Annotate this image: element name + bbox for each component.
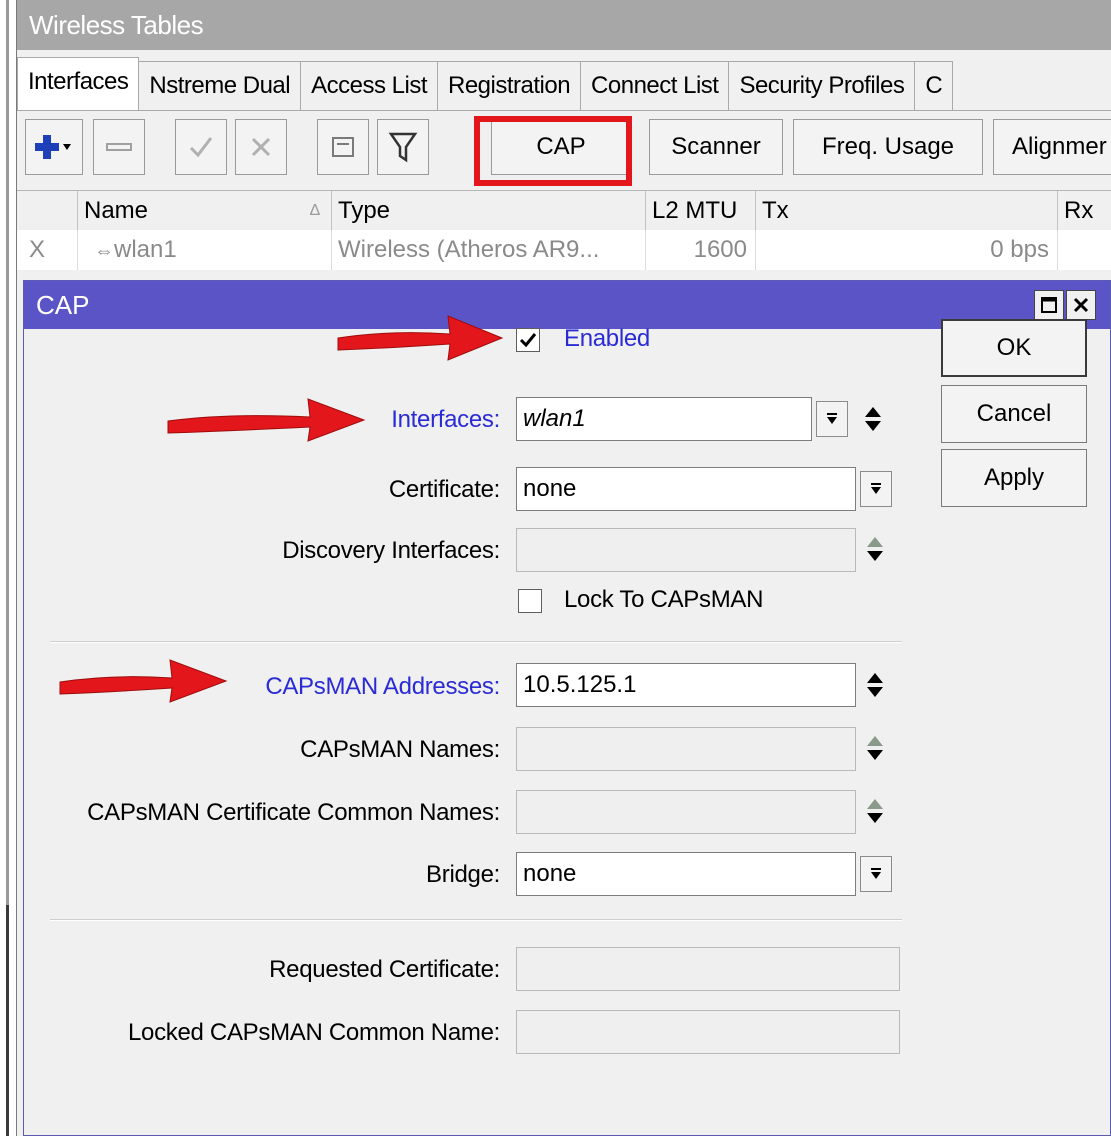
- enable-button[interactable]: [175, 119, 227, 175]
- separator: [50, 919, 902, 921]
- certificate-field[interactable]: none: [516, 467, 856, 511]
- separator: [50, 641, 902, 643]
- updown-arrows-icon: [865, 407, 881, 431]
- check-icon: [519, 333, 537, 348]
- column-name-label: Name: [84, 197, 149, 224]
- row-flag: X: [29, 236, 46, 263]
- row-name: wlan1: [114, 236, 177, 263]
- table-row[interactable]: X ⇔wlan1 Wireless (Atheros AR9... 1600 0…: [17, 230, 1111, 270]
- column-rx[interactable]: Rx: [1057, 191, 1111, 231]
- discovery-updown[interactable]: [864, 531, 886, 567]
- bridge-label: Bridge:: [426, 861, 500, 888]
- frame-border: [6, 0, 9, 905]
- row-l2mtu: 1600: [645, 230, 755, 270]
- column-name[interactable]: Name ∆: [77, 191, 331, 231]
- row-rx: [1057, 230, 1111, 270]
- discovery-interfaces-field[interactable]: [516, 528, 856, 572]
- capsman-cert-names-label: CAPsMAN Certificate Common Names:: [87, 799, 500, 826]
- enabled-label: Enabled: [564, 325, 650, 352]
- cap-button-highlight: [474, 116, 632, 186]
- tab-registration[interactable]: Registration: [436, 61, 582, 110]
- close-button[interactable]: [1066, 290, 1096, 320]
- maximize-icon: [1041, 297, 1057, 313]
- dropdown-arrow-icon: [871, 483, 881, 494]
- scanner-button[interactable]: Scanner: [649, 119, 783, 175]
- row-tx: 0 bps: [755, 230, 1057, 270]
- updown-arrows-icon: [867, 537, 883, 561]
- comment-button[interactable]: [317, 119, 369, 175]
- frame-border-dark: [6, 905, 9, 1136]
- column-l2mtu[interactable]: L2 MTU: [645, 191, 755, 231]
- maximize-button[interactable]: [1034, 290, 1064, 320]
- comment-icon: [332, 137, 354, 157]
- capsman-addresses-field[interactable]: 10.5.125.1: [516, 663, 856, 707]
- tab-nstreme-dual[interactable]: Nstreme Dual: [138, 61, 302, 110]
- sort-indicator-icon: ∆: [310, 202, 320, 219]
- tab-connect-list[interactable]: Connect List: [580, 61, 730, 110]
- bridge-dropdown-button[interactable]: [860, 856, 892, 892]
- annotation-arrow-icon: [59, 659, 228, 703]
- alignment-button[interactable]: Alignmer: [993, 119, 1111, 175]
- remove-button[interactable]: [93, 119, 145, 175]
- column-type[interactable]: Type: [331, 191, 645, 231]
- filter-button[interactable]: [377, 119, 429, 175]
- left-frame: [0, 0, 16, 1136]
- capsman-names-label: CAPsMAN Names:: [300, 736, 500, 763]
- wireless-interface-icon: ⇔: [94, 240, 114, 262]
- apply-button[interactable]: Apply: [941, 449, 1087, 507]
- tab-interfaces[interactable]: Interfaces: [17, 57, 140, 110]
- requested-certificate-field: [516, 947, 900, 991]
- dropdown-arrow-icon: [871, 868, 881, 879]
- ok-button[interactable]: OK: [941, 319, 1087, 377]
- freq-usage-button[interactable]: Freq. Usage: [793, 119, 983, 175]
- capsman-names-updown[interactable]: [864, 730, 886, 766]
- tab-overflow[interactable]: C: [914, 61, 954, 110]
- window-title: Wireless Tables: [17, 0, 1111, 50]
- requested-certificate-label: Requested Certificate:: [269, 956, 500, 983]
- updown-arrows-icon: [867, 799, 883, 823]
- capsman-cert-names-field[interactable]: [516, 790, 856, 834]
- lock-to-capsman-checkbox[interactable]: [518, 589, 542, 613]
- annotation-arrow-icon: [337, 315, 504, 361]
- close-icon: [1073, 297, 1089, 313]
- discovery-interfaces-label: Discovery Interfaces:: [282, 537, 500, 564]
- bridge-field[interactable]: none: [516, 852, 856, 896]
- add-button[interactable]: [25, 119, 83, 175]
- lock-to-capsman-label: Lock To CAPsMAN: [564, 586, 764, 613]
- disable-button[interactable]: [235, 119, 287, 175]
- cross-icon: [251, 137, 271, 157]
- interfaces-updown[interactable]: [862, 401, 884, 437]
- dropdown-arrow-icon: [827, 413, 837, 424]
- enabled-checkbox[interactable]: [516, 328, 540, 352]
- minus-icon: [106, 143, 132, 151]
- table-header: Name ∆ Type L2 MTU Tx Rx: [17, 190, 1111, 232]
- updown-arrows-icon: [867, 736, 883, 760]
- locked-capsman-name-field: [516, 1010, 900, 1054]
- updown-arrows-icon: [867, 673, 883, 697]
- plus-icon: [35, 135, 71, 159]
- tab-bar: Interfaces Nstreme Dual Access List Regi…: [17, 57, 1111, 110]
- check-icon: [189, 137, 213, 158]
- certificate-dropdown-button[interactable]: [860, 471, 892, 507]
- capsman-addresses-updown[interactable]: [864, 667, 886, 703]
- capsman-cert-names-updown[interactable]: [864, 793, 886, 829]
- cancel-button[interactable]: Cancel: [941, 385, 1087, 443]
- capsman-names-field[interactable]: [516, 727, 856, 771]
- interfaces-dropdown-button[interactable]: [816, 401, 848, 437]
- column-tx[interactable]: Tx: [755, 191, 1057, 231]
- row-type: Wireless (Atheros AR9...: [331, 230, 645, 270]
- filter-icon: [388, 132, 418, 163]
- locked-capsman-name-label: Locked CAPsMAN Common Name:: [127, 1019, 500, 1046]
- tab-security-profiles[interactable]: Security Profiles: [728, 61, 916, 110]
- row-name-cell: ⇔wlan1: [77, 230, 331, 270]
- certificate-label: Certificate:: [388, 476, 500, 503]
- annotation-arrow-icon: [167, 398, 366, 442]
- interfaces-field[interactable]: wlan1: [516, 397, 812, 441]
- tab-access-list[interactable]: Access List: [300, 61, 438, 110]
